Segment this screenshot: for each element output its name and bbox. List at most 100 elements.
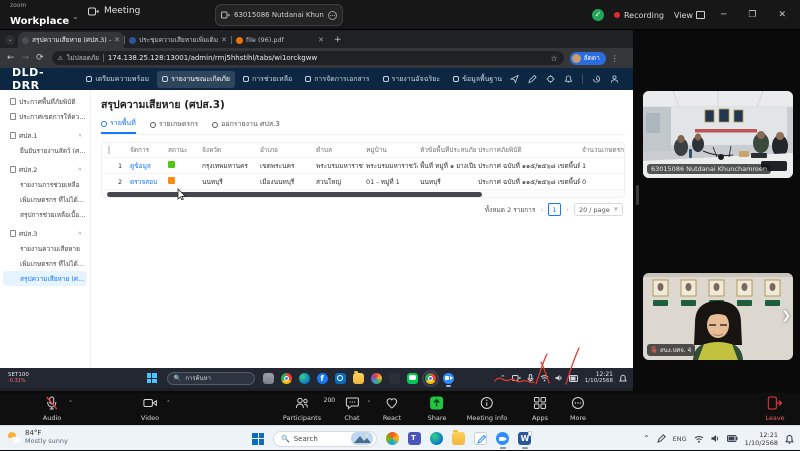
tab-meeting[interactable]: Meeting — [88, 6, 140, 16]
weather-widget[interactable]: 84°F Mostly sunny — [6, 429, 68, 445]
tray-volume-icon[interactable] — [555, 374, 563, 382]
tray-battery-icon[interactable] — [569, 375, 579, 382]
reload-icon[interactable]: ⟳ — [36, 53, 44, 63]
browser-profile-chip[interactable]: ลัดดา — [570, 52, 606, 65]
browser-tab[interactable]: ประชุมความเสียหายเพิ่มเติม.docx✕ — [125, 32, 231, 48]
bell-icon[interactable] — [564, 74, 573, 84]
zoom-video-button[interactable]: Video˄ — [141, 396, 159, 422]
security-shield-icon[interactable]: ✓ — [592, 9, 604, 21]
zoom-meeting-info-button[interactable]: Meeting info — [467, 396, 507, 422]
start-button[interactable] — [252, 433, 264, 445]
sidebar-item[interactable]: ศปส.3∧ — [3, 226, 87, 241]
content-tab[interactable]: รายพื้นที่ — [101, 118, 136, 134]
active-meeting-tab[interactable]: 63015086 Nutdanai Khunchamroe — [215, 4, 343, 26]
stock-ticker-widget[interactable]: SET100 -0.31% — [8, 372, 29, 384]
next-page-icon[interactable]: › — [566, 206, 569, 214]
taskbar-search[interactable]: 🔍 การค้นหา — [167, 372, 255, 385]
browser-tab[interactable]: file (96).pdf✕ — [232, 32, 328, 48]
tray-clock[interactable]: 12:21 1/10/2568 — [585, 371, 613, 385]
page-size-select[interactable]: 20 / page ▼ — [574, 203, 623, 216]
send-icon[interactable] — [510, 74, 519, 84]
back-icon[interactable]: ← — [7, 53, 15, 63]
meeting-options-icon[interactable] — [328, 11, 337, 20]
chevron-up-icon[interactable]: ˄ — [69, 400, 73, 408]
prev-page-icon[interactable]: ‹ — [540, 206, 543, 214]
sidebar-item[interactable]: รายงานความเสียหาย — [3, 241, 87, 256]
edit-icon[interactable] — [528, 74, 537, 84]
zoom-audio-button[interactable]: Audio˄ — [43, 396, 61, 422]
new-tab-icon[interactable]: + — [334, 35, 342, 45]
photos-icon[interactable] — [371, 373, 382, 384]
word-icon[interactable]: W — [518, 432, 531, 445]
video-strip-scrollbar[interactable] — [636, 185, 639, 205]
chevron-up-icon[interactable]: ˄ — [329, 400, 333, 408]
nav-item[interactable]: การช่วยเหลือ — [238, 71, 297, 88]
tab-close-icon[interactable]: ✕ — [318, 36, 324, 44]
sidebar-item[interactable]: เพิ่มเกษตรกร ที่ไม่ได้... — [3, 192, 87, 207]
nav-item[interactable]: เตรียมความพร้อม — [81, 71, 154, 88]
zoom-chat-button[interactable]: Chat˄ — [344, 396, 359, 422]
tab-close-icon[interactable]: ✕ — [114, 36, 120, 44]
history-icon[interactable] — [592, 74, 601, 84]
restore-button[interactable]: ❐ — [742, 10, 762, 20]
sidebar-item[interactable]: ศปส.1∧ — [3, 128, 87, 143]
user-icon[interactable] — [610, 74, 619, 84]
sidebar-item[interactable]: สรุปความเสียหาย (ศป... — [3, 271, 87, 286]
content-tab[interactable]: ออกรายงาน ศปส.3 — [212, 118, 280, 134]
workspace-chevron-icon[interactable]: ⌄ — [72, 12, 79, 21]
video-tile-meeting-room[interactable]: 63015086 Nutdanai Khunchamroen — [643, 91, 793, 178]
teams-icon[interactable]: T — [408, 432, 421, 445]
tray-notification-icon[interactable] — [619, 374, 627, 383]
app-brand[interactable]: DLD-DRR — [12, 66, 61, 92]
folder-icon[interactable] — [452, 432, 465, 445]
url-text[interactable]: 174.138.25.128:13001/admin/rmj5hhstihl/t… — [108, 54, 547, 62]
nav-item[interactable]: รายงานขณะเกิดภัย — [157, 71, 235, 88]
battery-icon[interactable] — [727, 435, 738, 442]
start-button[interactable] — [147, 373, 157, 383]
folder-icon[interactable] — [353, 373, 364, 384]
pen-input-icon[interactable] — [657, 434, 666, 443]
row-action-link[interactable]: ดูข้อมูล — [130, 162, 151, 170]
content-tab[interactable]: รายเกษตรกร — [150, 118, 198, 134]
close-button[interactable]: ✕ — [772, 10, 792, 20]
sidebar-item[interactable]: ศปส.2∧ — [3, 162, 87, 177]
address-bar[interactable]: ⚠ ไม่ปลอดภัย 174.138.25.128:13001/admin/… — [52, 51, 564, 65]
recording-indicator[interactable]: Recording — [614, 11, 664, 20]
tray-chevron-icon[interactable]: ⌃ — [500, 374, 506, 382]
pen-app-icon[interactable] — [474, 432, 487, 445]
sidebar-item[interactable]: ยืนยันรายงานสัตว์ (ศป... — [3, 143, 87, 158]
browser-menu-icon[interactable]: ⋮ — [611, 54, 619, 63]
table-row[interactable]: 2ตรวจสอบนนทบุรีเมืองนนทบุรีสวนใหญ่01 - ห… — [102, 173, 624, 189]
next-videos-chevron-icon[interactable]: ❯ — [782, 309, 791, 322]
sidebar-item[interactable]: ประกาศพื้นที่ภัยพิบัติ — [3, 94, 87, 109]
nav-item[interactable]: รายงานอัจฉริยะ — [378, 71, 446, 88]
sidebar-item[interactable]: ประกาศเขตการให้ควา... — [3, 109, 87, 124]
sidebar-item[interactable]: รายงานการช่วยเหลือ — [3, 177, 87, 192]
bookmark-star-icon[interactable]: ☆ — [550, 54, 557, 63]
zoom-app-icon[interactable] — [496, 432, 509, 445]
zoom-apps-button[interactable]: Apps — [532, 396, 548, 422]
not-secure-icon[interactable]: ⚠ — [58, 55, 63, 62]
tab-close-icon[interactable]: ✕ — [221, 36, 227, 44]
wifi-icon[interactable] — [694, 435, 704, 443]
language-indicator[interactable]: ENG — [673, 435, 687, 443]
clock[interactable]: 12:21 1/10/2568 — [745, 431, 778, 447]
row-action-link[interactable]: ตรวจสอบ — [130, 178, 157, 186]
line-icon[interactable] — [407, 373, 418, 384]
copilot-icon[interactable] — [386, 432, 399, 445]
sidebar-item[interactable]: สรุปการช่วยเหลือเบื้อ... — [3, 207, 87, 222]
tray-chevron-icon[interactable]: ⌃ — [643, 434, 650, 443]
nav-item[interactable]: ข้อมูลพื้นฐาน — [448, 71, 507, 88]
facebook-icon[interactable]: f — [317, 373, 328, 384]
nav-item[interactable]: การจัดการเอกสาร — [300, 71, 374, 88]
chevron-up-icon[interactable]: ˄ — [367, 400, 371, 408]
task-view-icon[interactable] — [263, 373, 274, 384]
header-checkbox[interactable] — [108, 146, 110, 154]
zoom-leave-button[interactable]: Leave — [765, 396, 784, 422]
app-dark-icon[interactable] — [389, 373, 400, 384]
sidebar-item[interactable]: เพิ่มเกษตรกร ที่ไม่ได้... — [3, 256, 87, 271]
view-button[interactable]: View — [674, 11, 705, 20]
tray-wifi-icon[interactable] — [540, 374, 549, 382]
chrome-icon[interactable] — [281, 373, 292, 384]
notification-bell-icon[interactable] — [785, 434, 794, 444]
